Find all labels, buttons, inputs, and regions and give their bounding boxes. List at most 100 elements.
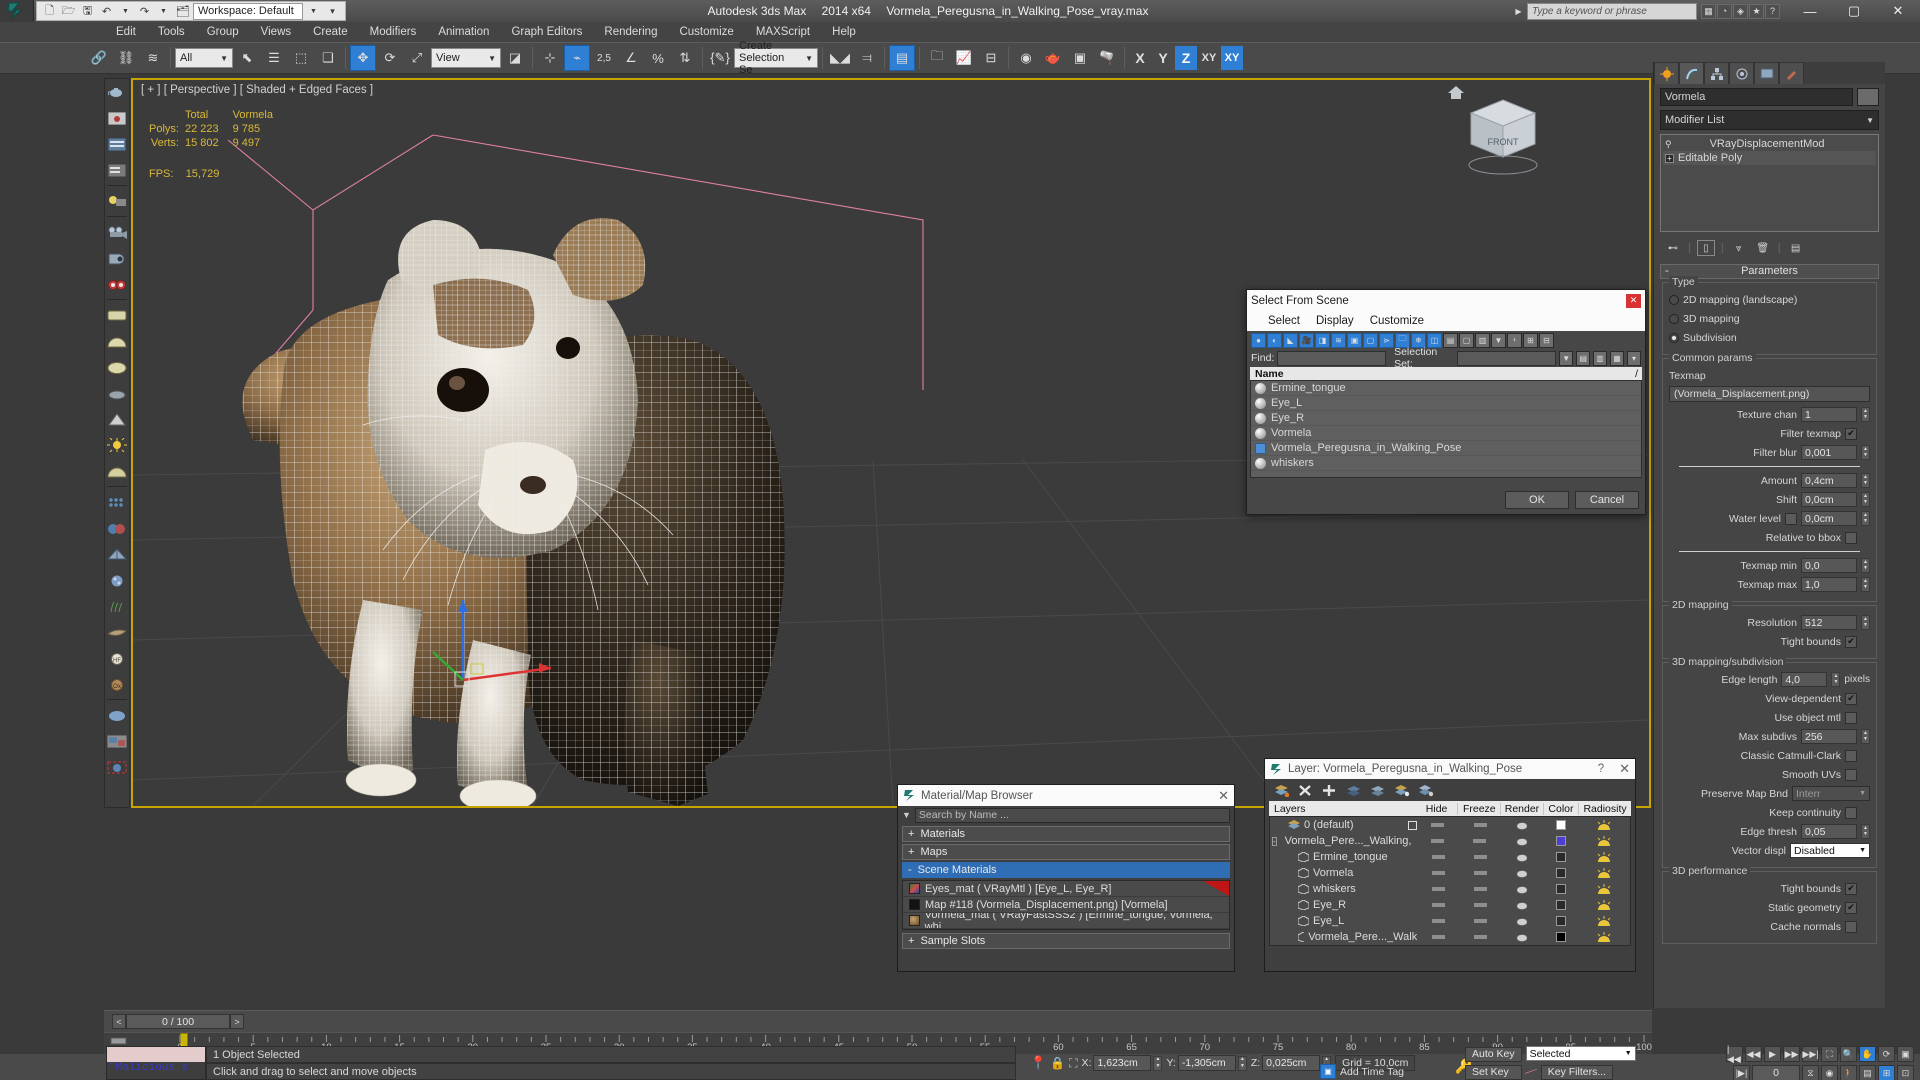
add-selection-set-icon[interactable]: ▤ [1576, 350, 1591, 366]
list-item[interactable]: Vormela [1251, 426, 1641, 441]
hierarchy-tab[interactable] [1704, 62, 1729, 84]
list-item[interactable]: Ermine_tongue [1251, 381, 1641, 396]
max-subdivs-spinner[interactable]: ▲ ▼ [1861, 729, 1870, 744]
texmap-min-input[interactable]: 0,0 [1801, 558, 1857, 573]
next-key-icon[interactable]: ▶▶ [1783, 1046, 1800, 1062]
table-row[interactable]: Vormela [1270, 865, 1630, 881]
options-icon[interactable]: ▾ [1627, 350, 1641, 366]
configure-modifier-sets-icon[interactable]: ▤ [1787, 240, 1805, 256]
filter-texmap-checkbox[interactable]: ✔ [1845, 427, 1857, 440]
object-name-input[interactable]: Vormela [1660, 88, 1853, 106]
radio-subdivision[interactable] [1669, 332, 1679, 343]
unlink-selection-icon[interactable]: ⛓ [113, 45, 139, 71]
freeze-toggle[interactable] [1474, 935, 1487, 939]
teapot-primitive-icon[interactable] [105, 380, 129, 406]
vray-frame-buffer-icon[interactable] [105, 728, 129, 754]
spinner-snap-toggle-icon[interactable]: ⇅ [672, 45, 698, 71]
selection-filter-combo[interactable]: All ▼ [175, 48, 233, 68]
hide-toggle[interactable] [1431, 903, 1445, 907]
table-row[interactable]: Eye_L [1270, 913, 1630, 929]
blend-material-icon[interactable] [105, 515, 129, 541]
edge-thresh-input[interactable]: 0,05 [1801, 824, 1857, 839]
ox-hair-icon[interactable]: Ox [105, 671, 129, 697]
classic-catmull-checkbox[interactable] [1845, 749, 1857, 762]
selection-set-input[interactable] [1456, 350, 1557, 366]
menu-views[interactable]: Views [250, 24, 302, 40]
resolution-spinner[interactable]: ▲ ▼ [1861, 615, 1870, 630]
freeze-toggle[interactable] [1473, 823, 1487, 827]
hide-toggle[interactable] [1431, 855, 1445, 859]
ellipse-primitive-icon[interactable] [105, 354, 129, 380]
texmap-max-input[interactable]: 1,0 [1801, 577, 1857, 592]
smooth-uvs-checkbox[interactable] [1845, 768, 1857, 781]
texmap-max-spinner[interactable]: ▲ ▼ [1861, 577, 1870, 592]
hair-and-fur-icon[interactable] [105, 593, 129, 619]
percent-snap-toggle-icon[interactable]: % [645, 45, 671, 71]
vray-material-icon[interactable] [105, 702, 129, 728]
display-groups-icon[interactable]: ▣ [1347, 332, 1362, 348]
z-input[interactable]: 0,025cm [1262, 1055, 1321, 1071]
type-option-subdivision[interactable]: Subdivision [1669, 329, 1870, 346]
composite-material-icon[interactable] [105, 541, 129, 567]
scene-materials-list[interactable]: Eyes_mat ( VRayMtl ) [Eye_L, Eye_R] Map … [902, 880, 1230, 930]
favorites-icon[interactable]: ★ [1749, 3, 1764, 19]
color-swatch[interactable] [1556, 852, 1567, 862]
all-views-icon[interactable]: ⊞ [1878, 1065, 1895, 1080]
workspace-dropdown-icon[interactable]: ▼ [305, 3, 322, 20]
noise-map-icon[interactable] [105, 567, 129, 593]
hide-toggle[interactable] [1431, 935, 1445, 939]
amount-spinner[interactable]: ▲ ▼ [1861, 473, 1870, 488]
y-input[interactable]: -1,305cm [1177, 1055, 1236, 1071]
water-level-input[interactable]: 0,0cm [1801, 511, 1857, 526]
search-expand-icon[interactable]: ▶ [1510, 3, 1527, 20]
table-row[interactable]: 0 (default) [1270, 817, 1630, 833]
type-option-2d[interactable]: 2D mapping (landscape) [1669, 291, 1870, 308]
display-lights-icon[interactable]: ◣ [1283, 332, 1298, 348]
relative-bbox-checkbox[interactable] [1845, 531, 1857, 544]
edge-thresh-spinner[interactable]: ▲ ▼ [1861, 824, 1870, 839]
y-spinner[interactable]: ▲ ▼ [1237, 1055, 1247, 1071]
expander-icon[interactable]: + [908, 935, 914, 947]
infocenter-icon[interactable]: ▦ [1701, 3, 1716, 19]
texture-chan-input[interactable]: 1 [1801, 407, 1857, 422]
menu-maxscript[interactable]: MAXScript [745, 24, 821, 40]
show-end-result-icon[interactable]: ▯ [1696, 240, 1715, 256]
select-by-name-icon[interactable]: ☰ [261, 45, 287, 71]
color-swatch[interactable] [1556, 884, 1567, 894]
play-animation-icon[interactable]: ▶ [1764, 1046, 1781, 1062]
hide-toggle[interactable] [1431, 919, 1445, 923]
minimize-button[interactable]: — [1788, 0, 1832, 22]
key-mode-toggle-button[interactable]: |▶| [1733, 1065, 1750, 1080]
select-from-scene-dialog[interactable]: Select From Scene ✕ Select Display Custo… [1246, 289, 1646, 515]
angle-snap-toggle-icon[interactable]: ∠ [618, 45, 644, 71]
snaps-toggle-icon[interactable]: ⌁ [564, 45, 590, 71]
new-icon[interactable]: 🗋 [41, 3, 58, 20]
absolute-relative-toggle-icon[interactable]: 📍 [1030, 1055, 1046, 1071]
display-helpers-icon[interactable]: ◨ [1315, 332, 1330, 348]
list-item[interactable]: whiskers [1251, 456, 1641, 471]
section-maps[interactable]: + Maps [902, 844, 1230, 860]
menu-edit[interactable]: Edit [105, 24, 147, 40]
utilities-tab[interactable] [1779, 62, 1804, 84]
signin-icon[interactable]: ◔ [1717, 3, 1732, 19]
select-objects-in-layer-icon[interactable] [1345, 782, 1361, 798]
make-unique-icon[interactable]: ⩔ [1730, 240, 1748, 256]
display-xrefs-icon[interactable]: ▢ [1363, 332, 1378, 348]
time-tag-icon[interactable]: ▣ [1320, 1064, 1336, 1079]
color-swatch[interactable] [1555, 836, 1566, 846]
list-item[interactable]: Eye_R [1251, 411, 1641, 426]
expander-icon[interactable]: - [1272, 836, 1277, 846]
close-icon[interactable]: ✕ [1626, 293, 1641, 308]
edge-length-input[interactable]: 4,0 [1781, 672, 1828, 687]
texture-chan-spinner[interactable]: ▲ ▼ [1861, 407, 1870, 422]
light-lister-icon[interactable] [105, 188, 129, 214]
filter-blur-input[interactable]: 0,001 [1801, 445, 1857, 460]
color-swatch[interactable] [1556, 868, 1567, 878]
static-geometry-checkbox[interactable]: ✔ [1845, 901, 1857, 914]
hide-toggle[interactable] [1431, 887, 1445, 891]
hide-toggle[interactable] [1431, 823, 1445, 827]
edge-length-spinner[interactable]: ▲ ▼ [1831, 672, 1841, 687]
reference-coordinate-combo[interactable]: View ▼ [431, 48, 501, 68]
use-pivot-point-center-icon[interactable]: ◪ [502, 45, 528, 71]
add-selection-to-layer-icon[interactable] [1321, 782, 1337, 798]
